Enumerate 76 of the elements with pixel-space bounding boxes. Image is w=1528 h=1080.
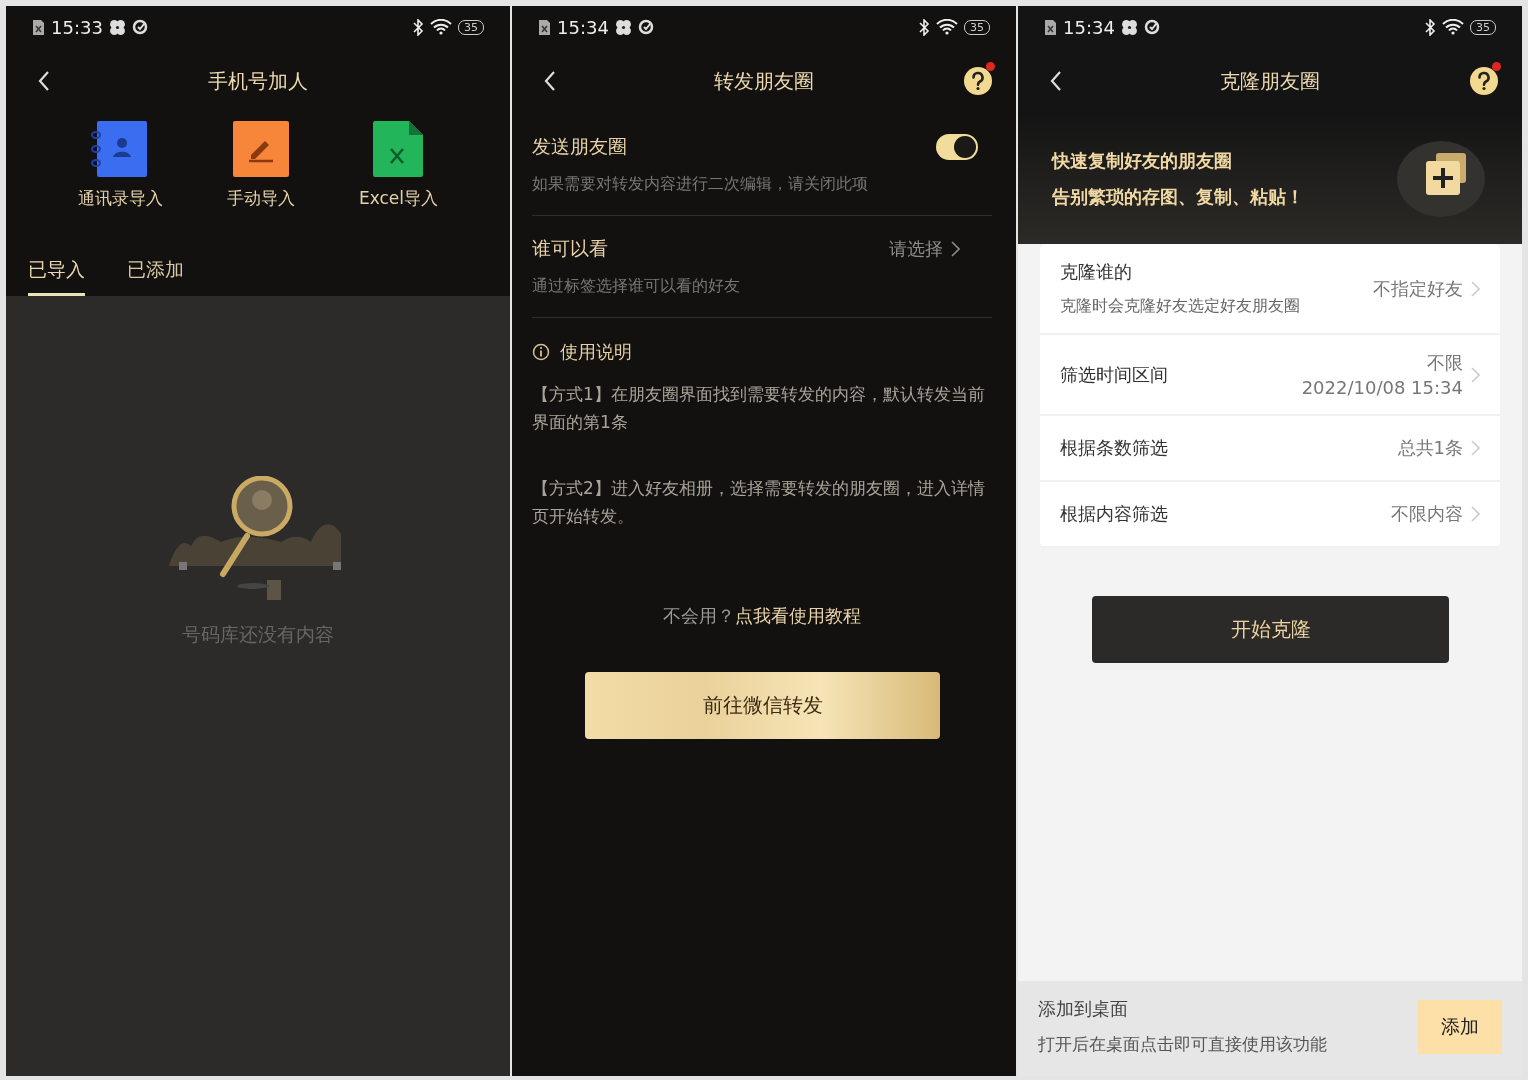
contact-book-icon	[91, 121, 150, 177]
forward-button[interactable]: 前往微信转发	[585, 672, 940, 739]
wifi-icon	[430, 19, 452, 35]
import-option[interactable]: 手动导入	[220, 120, 301, 211]
info-icon	[532, 343, 550, 361]
row-label: 根据内容筛选	[1060, 502, 1169, 526]
toggle-switch[interactable]	[936, 134, 978, 160]
import-option[interactable]: 通讯录导入	[72, 120, 169, 211]
page-title: 转发朋友圈	[713, 67, 815, 95]
sim-icon	[538, 18, 551, 36]
shortcut-title: 添加到桌面	[1038, 997, 1129, 1021]
setting-label: 发送朋友圈	[532, 134, 627, 159]
help-icon[interactable]	[1469, 66, 1499, 96]
filter-row[interactable]: 根据内容筛选 不限内容	[1040, 482, 1500, 548]
row-description: 克隆时会克隆好友选定好友朋友圈	[1060, 296, 1301, 317]
sim-icon	[32, 18, 45, 36]
row-label: 筛选时间区间	[1060, 362, 1169, 387]
row-value: 2022/10/08 15:34	[1301, 377, 1463, 398]
instruction-text: 【方式1】在朋友圈界面找到需要转发的内容，默认转发当前界面的第1条	[532, 383, 986, 434]
row-value: 不限	[1427, 351, 1463, 375]
tab[interactable]: 已添加	[127, 257, 184, 296]
back-icon[interactable]	[37, 70, 51, 92]
chevron-right-icon	[1471, 506, 1480, 522]
instruction-text: 【方式2】进入好友相册，选择需要转发的朋友圈，进入详情页开始转发。	[532, 477, 986, 528]
import-option[interactable]: Excel导入	[352, 120, 444, 211]
shortcut-description: 打开后在桌面点击即可直接使用该功能	[1038, 1033, 1328, 1056]
section-heading: 使用说明	[560, 340, 632, 364]
chevron-right-icon	[1471, 280, 1480, 297]
setting-label: 谁可以看	[532, 236, 608, 261]
setting-description: 通过标签选择谁可以看的好友	[532, 276, 741, 297]
battery-indicator: 35	[964, 19, 990, 35]
filter-row[interactable]: 根据条数筛选 总共1条	[1040, 416, 1500, 482]
fan-icon	[614, 18, 632, 36]
row-value: 不指定好友	[1373, 276, 1463, 301]
status-time: 15:34	[1063, 16, 1115, 38]
banner-text: 告别繁琐的存图、复制、粘贴！	[1052, 185, 1304, 209]
battery-indicator: 35	[458, 19, 484, 35]
bluetooth-icon	[1424, 18, 1436, 36]
status-time: 15:33	[51, 16, 103, 38]
tutorial-link[interactable]: 点我看使用教程	[735, 605, 861, 626]
bluetooth-icon	[918, 18, 930, 36]
fan-icon	[1120, 18, 1138, 36]
help-icon[interactable]	[963, 66, 993, 96]
page-title: 手机号加人	[207, 67, 309, 95]
chevron-right-icon	[1471, 440, 1480, 456]
battery-indicator: 35	[1470, 19, 1496, 35]
filter-row[interactable]: 筛选时间区间 不限 2022/10/08 15:34	[1040, 335, 1500, 416]
empty-message: 号码库还没有内容	[182, 622, 334, 647]
select-button[interactable]: 请选择	[883, 236, 966, 262]
row-label: 克隆谁的	[1060, 260, 1133, 284]
sim-icon	[1044, 18, 1057, 36]
sync-icon	[131, 19, 148, 35]
pencil-note-icon	[232, 121, 289, 177]
row-label: 根据条数筛选	[1060, 436, 1169, 460]
sync-icon	[637, 19, 654, 35]
back-icon[interactable]	[1049, 70, 1063, 92]
copy-plus-icon	[1396, 139, 1486, 219]
status-time: 15:34	[557, 16, 609, 38]
row-value: 总共1条	[1397, 436, 1463, 460]
fan-icon	[108, 18, 126, 36]
help-sentence: 不会用？点我看使用教程	[662, 604, 862, 628]
wifi-icon	[936, 19, 958, 35]
chevron-right-icon	[951, 241, 960, 257]
start-clone-button[interactable]: 开始克隆	[1092, 596, 1449, 663]
filter-row[interactable]: 克隆谁的 克隆时会克隆好友选定好友朋友圈 不指定好友	[1040, 244, 1500, 335]
spreadsheet-file-icon	[373, 121, 424, 177]
bluetooth-icon	[412, 18, 424, 36]
banner-text: 快速复制好友的朋友圈	[1052, 149, 1233, 173]
chevron-right-icon	[1471, 366, 1480, 383]
wifi-icon	[1442, 19, 1464, 35]
sync-icon	[1143, 19, 1160, 35]
row-value: 不限内容	[1391, 502, 1463, 526]
back-icon[interactable]	[543, 70, 557, 92]
page-title: 克隆朋友圈	[1219, 67, 1321, 95]
add-button[interactable]: 添加	[1418, 999, 1502, 1054]
setting-description: 如果需要对转发内容进行二次编辑，请关闭此项	[532, 174, 869, 195]
